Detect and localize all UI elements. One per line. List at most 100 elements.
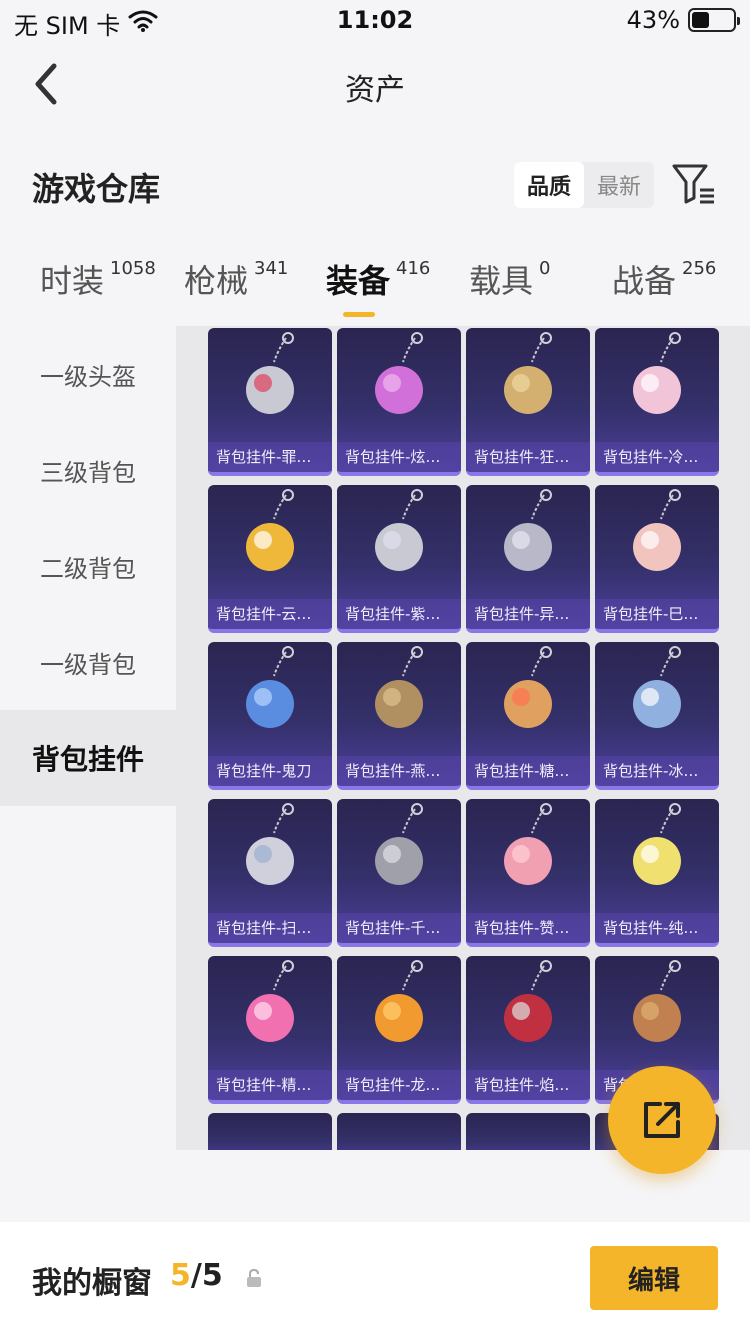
tab-label: 装备	[326, 262, 391, 300]
pendant-icon	[246, 960, 294, 1042]
pendant-icon	[504, 332, 552, 414]
pendant-icon	[633, 489, 681, 571]
pendant-icon	[375, 960, 423, 1042]
category-tabs: 时装 1058 枪械 341 装备 416 载具 0 战备 256	[0, 256, 750, 326]
item-label: 背包挂件-糖…	[466, 756, 590, 786]
filter-icon	[672, 164, 714, 204]
item-card[interactable]: 背包挂件-糖…	[466, 642, 590, 790]
item-card[interactable]: 背包挂件-纯…	[595, 799, 719, 947]
pendant-icon	[633, 803, 681, 885]
item-label: 背包挂件-云…	[208, 599, 332, 629]
tab-supplies[interactable]: 战备 256	[612, 256, 716, 302]
showcase-count-current: 5	[170, 1258, 191, 1293]
item-label: 背包挂件-冰…	[595, 756, 719, 786]
sort-toggle[interactable]: 品质 最新	[514, 162, 654, 208]
item-card[interactable]: 背包挂件-焰…	[466, 956, 590, 1104]
tab-firearms[interactable]: 枪械 341	[184, 256, 288, 302]
item-label: 背包挂件-紫…	[337, 599, 461, 629]
tab-count: 1058	[110, 258, 156, 279]
status-bar: 无 SIM 卡 11:02 43%	[0, 0, 750, 40]
item-card[interactable]: 背包挂件-精…	[208, 956, 332, 1104]
item-grid-panel[interactable]: 背包挂件-罪… 背包挂件-炫… 背包挂件-狂… 背包挂件-冷… 背包挂件-云… 背包挂件-…	[176, 326, 750, 1150]
item-card[interactable]: 背包挂件-罪…	[208, 328, 332, 476]
share-icon	[644, 1102, 680, 1138]
pendant-icon	[504, 960, 552, 1042]
item-label: 背包挂件-冷…	[595, 442, 719, 472]
pendant-icon	[375, 489, 423, 571]
item-card[interactable]: 背包挂件-异…	[466, 485, 590, 633]
tab-count: 256	[682, 258, 717, 279]
item-card[interactable]: 背包挂件-云…	[208, 485, 332, 633]
bottom-bar: 我的橱窗 5/5 编辑	[0, 1222, 750, 1334]
item-label: 背包挂件-扫…	[208, 913, 332, 943]
pendant-icon	[633, 960, 681, 1042]
item-card[interactable]: 背包挂件-龙…	[337, 956, 461, 1104]
item-card[interactable]: 背包挂件-冷…	[595, 328, 719, 476]
pendant-icon	[633, 332, 681, 414]
tab-count: 0	[539, 258, 551, 279]
item-label: 背包挂件-燕…	[337, 756, 461, 786]
item-label: 背包挂件-赞…	[466, 913, 590, 943]
item-card-partial[interactable]	[337, 1113, 461, 1150]
edit-button[interactable]: 编辑	[590, 1246, 718, 1310]
showcase-count: 5/5	[170, 1258, 223, 1293]
pendant-icon	[504, 646, 552, 728]
item-label: 背包挂件-千…	[337, 913, 461, 943]
lock-icon	[247, 1268, 261, 1287]
item-card[interactable]: 背包挂件-炫…	[337, 328, 461, 476]
sort-option-latest[interactable]: 最新	[584, 162, 654, 208]
sidebar-item-level3-backpack[interactable]: 三级背包	[0, 422, 176, 518]
item-card-partial[interactable]	[466, 1113, 590, 1150]
sidebar-item-level1-helmet[interactable]: 一级头盔	[0, 326, 176, 422]
subcategory-sidebar: 一级头盔 三级背包 二级背包 一级背包 背包挂件	[0, 326, 176, 806]
sort-option-quality[interactable]: 品质	[514, 162, 584, 208]
item-label: 背包挂件-炫…	[337, 442, 461, 472]
section-title: 游戏仓库	[32, 170, 161, 208]
nav-bar: 资产	[0, 50, 750, 120]
item-card[interactable]: 背包挂件-冰…	[595, 642, 719, 790]
pendant-icon	[246, 489, 294, 571]
sidebar-item-backpack-pendant[interactable]: 背包挂件	[0, 710, 176, 806]
tab-equipment[interactable]: 装备 416	[326, 256, 430, 302]
item-card[interactable]: 背包挂件-燕…	[337, 642, 461, 790]
pendant-icon	[633, 646, 681, 728]
item-label: 背包挂件-罪…	[208, 442, 332, 472]
tab-vehicles[interactable]: 载具 0	[469, 256, 550, 302]
battery-percent: 43%	[626, 6, 680, 34]
item-label: 背包挂件-鬼刀	[208, 756, 332, 786]
item-card[interactable]: 背包挂件-巳…	[595, 485, 719, 633]
sidebar-item-level1-backpack[interactable]: 一级背包	[0, 614, 176, 710]
page-title: 资产	[345, 73, 405, 108]
battery-icon	[688, 8, 740, 32]
item-card[interactable]: 背包挂件-扫…	[208, 799, 332, 947]
tab-label: 载具	[469, 262, 534, 300]
item-label: 背包挂件-纯…	[595, 913, 719, 943]
item-label: 背包挂件-精…	[208, 1070, 332, 1100]
showcase-label: 我的橱窗	[32, 1266, 152, 1301]
item-label: 背包挂件-龙…	[337, 1070, 461, 1100]
share-button[interactable]	[608, 1066, 716, 1174]
tab-label: 战备	[612, 262, 677, 300]
battery-level	[692, 12, 709, 28]
item-card[interactable]: 背包挂件-赞…	[466, 799, 590, 947]
tab-label: 时装	[40, 262, 105, 300]
pendant-icon	[246, 332, 294, 414]
sidebar-item-level2-backpack[interactable]: 二级背包	[0, 518, 176, 614]
pendant-icon	[375, 646, 423, 728]
item-card[interactable]: 背包挂件-鬼刀	[208, 642, 332, 790]
pendant-icon	[504, 803, 552, 885]
pendant-icon	[246, 803, 294, 885]
active-tab-indicator	[343, 312, 375, 317]
pendant-icon	[504, 489, 552, 571]
item-card[interactable]: 背包挂件-千…	[337, 799, 461, 947]
item-card[interactable]: 背包挂件-狂…	[466, 328, 590, 476]
pendant-icon	[246, 646, 294, 728]
item-card[interactable]: 背包挂件-紫…	[337, 485, 461, 633]
showcase-count-total: /5	[190, 1258, 223, 1293]
item-card-partial[interactable]	[208, 1113, 332, 1150]
item-label: 背包挂件-巳…	[595, 599, 719, 629]
filter-button[interactable]	[670, 160, 718, 208]
tab-fashion[interactable]: 时装 1058	[40, 256, 156, 302]
item-label: 背包挂件-异…	[466, 599, 590, 629]
item-label: 背包挂件-狂…	[466, 442, 590, 472]
